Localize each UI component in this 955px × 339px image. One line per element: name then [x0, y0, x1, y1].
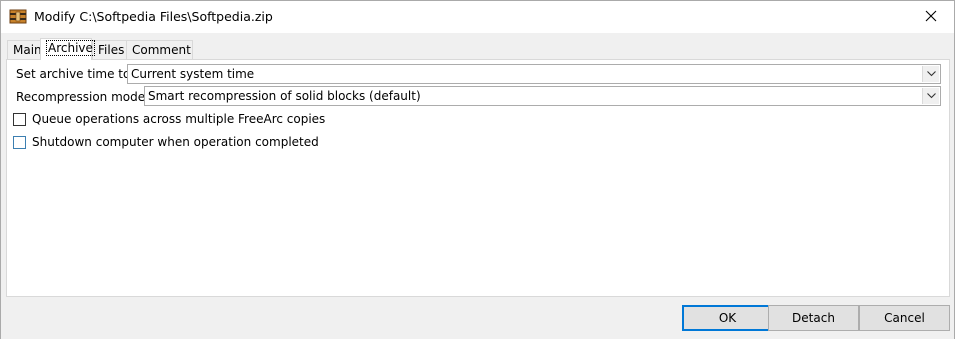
- tab-files-label: Files: [98, 43, 125, 57]
- archive-time-select[interactable]: Current system time: [127, 64, 941, 84]
- tab-files[interactable]: Files: [92, 40, 127, 59]
- modify-archive-dialog: Modify C:\Softpedia Files\Softpedia.zip …: [0, 0, 955, 339]
- archive-icon: [9, 8, 27, 25]
- dialog-footer: OK Detach Cancel: [1, 299, 954, 339]
- shutdown-computer-checkbox[interactable]: [13, 136, 26, 149]
- close-button[interactable]: [908, 1, 954, 33]
- window-title: Modify C:\Softpedia Files\Softpedia.zip: [34, 9, 273, 24]
- queue-operations-checkbox[interactable]: [13, 113, 26, 126]
- tab-main[interactable]: Main: [7, 40, 42, 59]
- queue-operations-label[interactable]: Queue operations across multiple FreeArc…: [32, 112, 325, 126]
- chevron-down-icon[interactable]: [922, 88, 939, 104]
- tab-main-label: Main: [13, 43, 42, 57]
- title-bar[interactable]: Modify C:\Softpedia Files\Softpedia.zip: [1, 1, 954, 33]
- close-icon: [925, 10, 937, 25]
- tab-archive[interactable]: Archive: [40, 38, 95, 60]
- tab-comment[interactable]: Comment: [126, 40, 193, 59]
- tab-archive-label: Archive: [46, 40, 95, 56]
- recompression-label: Recompression mode:: [16, 90, 150, 104]
- archive-time-label: Set archive time to:: [16, 67, 135, 81]
- cancel-button-label: Cancel: [884, 311, 925, 325]
- shutdown-computer-label[interactable]: Shutdown computer when operation complet…: [32, 135, 319, 149]
- recompression-select[interactable]: Smart recompression of solid blocks (def…: [144, 86, 941, 106]
- recompression-value: Smart recompression of solid blocks (def…: [148, 89, 421, 103]
- archive-tab-panel: Set archive time to: Current system time…: [6, 59, 950, 297]
- chevron-down-icon[interactable]: [922, 66, 939, 82]
- archive-time-value: Current system time: [131, 67, 255, 81]
- tab-comment-label: Comment: [132, 43, 191, 57]
- cancel-button[interactable]: Cancel: [859, 305, 950, 331]
- ok-button-label: OK: [718, 311, 737, 325]
- detach-button-label: Detach: [792, 311, 835, 325]
- ok-button[interactable]: OK: [682, 305, 773, 331]
- detach-button[interactable]: Detach: [768, 305, 859, 331]
